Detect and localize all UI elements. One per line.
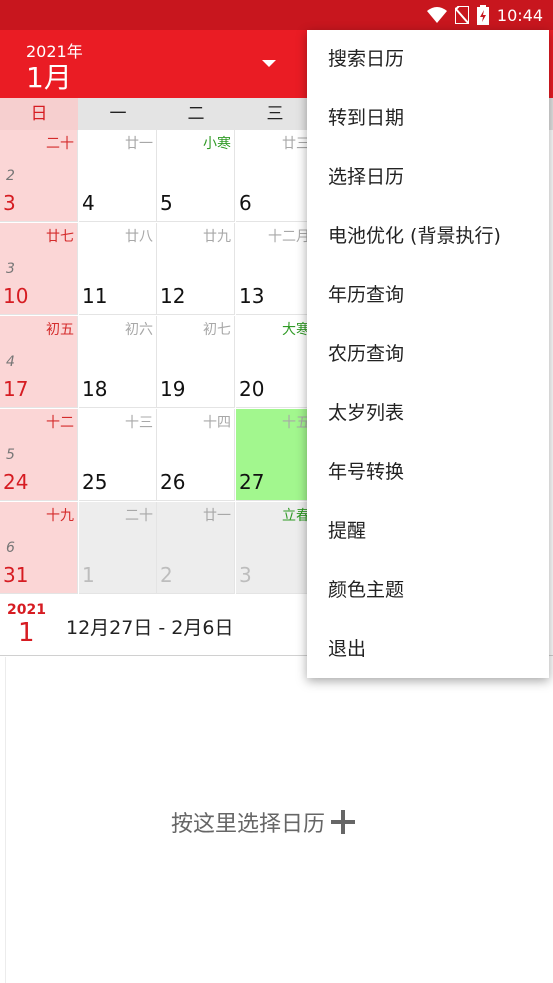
day-number: 5 xyxy=(160,191,173,215)
day-number: 31 xyxy=(3,563,29,587)
day-number: 3 xyxy=(3,191,16,215)
day-number: 25 xyxy=(82,470,108,494)
lunar-date: 十九 xyxy=(46,508,74,524)
status-bar: 10:44 xyxy=(0,0,553,30)
lunar-date: 二十 xyxy=(125,508,153,524)
lunar-date: 十二 xyxy=(46,415,74,431)
day-cell-other-month[interactable]: 二十 1 xyxy=(79,502,157,594)
day-number: 2 xyxy=(160,563,173,587)
week-number: 3 xyxy=(6,261,15,277)
week-number: 2 xyxy=(6,168,15,184)
day-cell-other-month[interactable]: 立春 3 xyxy=(236,502,314,594)
day-cell[interactable]: 初七 19 xyxy=(157,316,235,408)
day-number: 24 xyxy=(3,470,29,494)
lunar-date: 廿九 xyxy=(203,229,231,245)
lunar-date: 十三 xyxy=(125,415,153,431)
select-calendar-button[interactable]: 按这里选择日历 xyxy=(171,806,356,838)
day-cell-today[interactable]: 十五 27 xyxy=(236,409,314,501)
day-cell[interactable]: 十九 6 31 xyxy=(0,502,78,594)
overflow-menu: 搜索日历 转到日期 选择日历 电池优化 (背景执行) 年历查询 农历查询 太岁列… xyxy=(307,30,549,678)
week-number: 4 xyxy=(6,354,15,370)
day-cell[interactable]: 大寒 20 xyxy=(236,316,314,408)
range-text: 12月27日 - 2月6日 xyxy=(66,617,234,639)
day-number: 12 xyxy=(160,284,186,308)
solar-term: 立春 xyxy=(282,508,310,524)
day-cell[interactable]: 廿七 3 10 xyxy=(0,223,78,315)
lunar-date: 十五 xyxy=(282,415,310,431)
day-number: 27 xyxy=(239,470,265,494)
day-cell[interactable]: 十三 25 xyxy=(79,409,157,501)
lunar-date: 廿八 xyxy=(125,229,153,245)
select-calendar-label: 按这里选择日历 xyxy=(171,812,326,837)
lunar-date: 廿一 xyxy=(203,508,231,524)
status-time: 10:44 xyxy=(496,5,543,25)
lunar-date: 初七 xyxy=(203,322,231,338)
day-cell[interactable]: 初六 18 xyxy=(79,316,157,408)
day-cell[interactable]: 初五 4 17 xyxy=(0,316,78,408)
day-number: 13 xyxy=(239,284,265,308)
menu-item-reminder[interactable]: 提醒 xyxy=(307,502,549,561)
header-month[interactable]: 1月 xyxy=(26,56,72,96)
menu-item-select-calendar[interactable]: 选择日历 xyxy=(307,148,549,207)
weekday-mon: 一 xyxy=(109,104,127,124)
menu-item-lunar-query[interactable]: 农历查询 xyxy=(307,325,549,384)
day-number: 11 xyxy=(82,284,108,308)
weekday-sun: 日 xyxy=(0,98,78,130)
day-number: 18 xyxy=(82,377,108,401)
lunar-date: 初六 xyxy=(125,322,153,338)
menu-item-goto-date[interactable]: 转到日期 xyxy=(307,89,549,148)
day-number: 26 xyxy=(160,470,186,494)
lunar-date: 廿三 xyxy=(282,136,310,152)
day-number: 1 xyxy=(82,563,95,587)
plus-icon xyxy=(331,810,356,834)
menu-item-battery-optimization[interactable]: 电池优化 (背景执行) xyxy=(307,207,549,266)
day-cell[interactable]: 小寒 5 xyxy=(157,130,235,222)
day-cell[interactable]: 十四 26 xyxy=(157,409,235,501)
weekday-tue: 二 xyxy=(187,104,205,124)
day-number: 20 xyxy=(239,377,265,401)
range-year: 2021 xyxy=(7,602,46,618)
day-cell[interactable]: 廿一 4 xyxy=(79,130,157,222)
day-cell-other-month[interactable]: 廿一 2 xyxy=(157,502,235,594)
status-icons: 10:44 xyxy=(426,4,543,26)
lunar-date: 十二月 xyxy=(268,229,310,245)
lunar-date: 二十 xyxy=(46,136,74,152)
menu-item-exit[interactable]: 退出 xyxy=(307,620,549,679)
day-cell[interactable]: 廿九 12 xyxy=(157,223,235,315)
day-number: 6 xyxy=(239,191,252,215)
range-month: 1 xyxy=(18,618,35,648)
day-number: 19 xyxy=(160,377,186,401)
menu-item-yearly-calendar[interactable]: 年历查询 xyxy=(307,266,549,325)
day-cell[interactable]: 廿三 6 xyxy=(236,130,314,222)
lunar-date: 初五 xyxy=(46,322,74,338)
day-cell[interactable]: 十二月 13 xyxy=(236,223,314,315)
day-cell[interactable]: 二十 2 3 xyxy=(0,130,78,222)
chevron-down-icon[interactable] xyxy=(262,60,276,67)
day-cell[interactable]: 十二 5 24 xyxy=(0,409,78,501)
week-number: 6 xyxy=(6,540,15,556)
solar-term: 大寒 xyxy=(282,322,310,338)
menu-item-color-theme[interactable]: 颜色主题 xyxy=(307,561,549,620)
weekday-wed: 三 xyxy=(266,104,284,124)
day-number: 3 xyxy=(239,563,252,587)
menu-item-taisui-list[interactable]: 太岁列表 xyxy=(307,384,549,443)
lunar-date: 廿一 xyxy=(125,136,153,152)
day-number: 10 xyxy=(3,284,29,308)
lunar-date: 廿七 xyxy=(46,229,74,245)
week-number: 5 xyxy=(6,447,15,463)
no-sim-icon xyxy=(454,6,469,24)
day-number: 17 xyxy=(3,377,29,401)
menu-item-search[interactable]: 搜索日历 xyxy=(307,30,549,89)
solar-term: 小寒 xyxy=(203,136,231,152)
day-number: 4 xyxy=(82,191,95,215)
battery-charging-icon xyxy=(476,5,489,25)
menu-item-era-conversion[interactable]: 年号转换 xyxy=(307,443,549,502)
day-cell[interactable]: 廿八 11 xyxy=(79,223,157,315)
lunar-date: 十四 xyxy=(203,415,231,431)
wifi-icon xyxy=(426,7,447,23)
